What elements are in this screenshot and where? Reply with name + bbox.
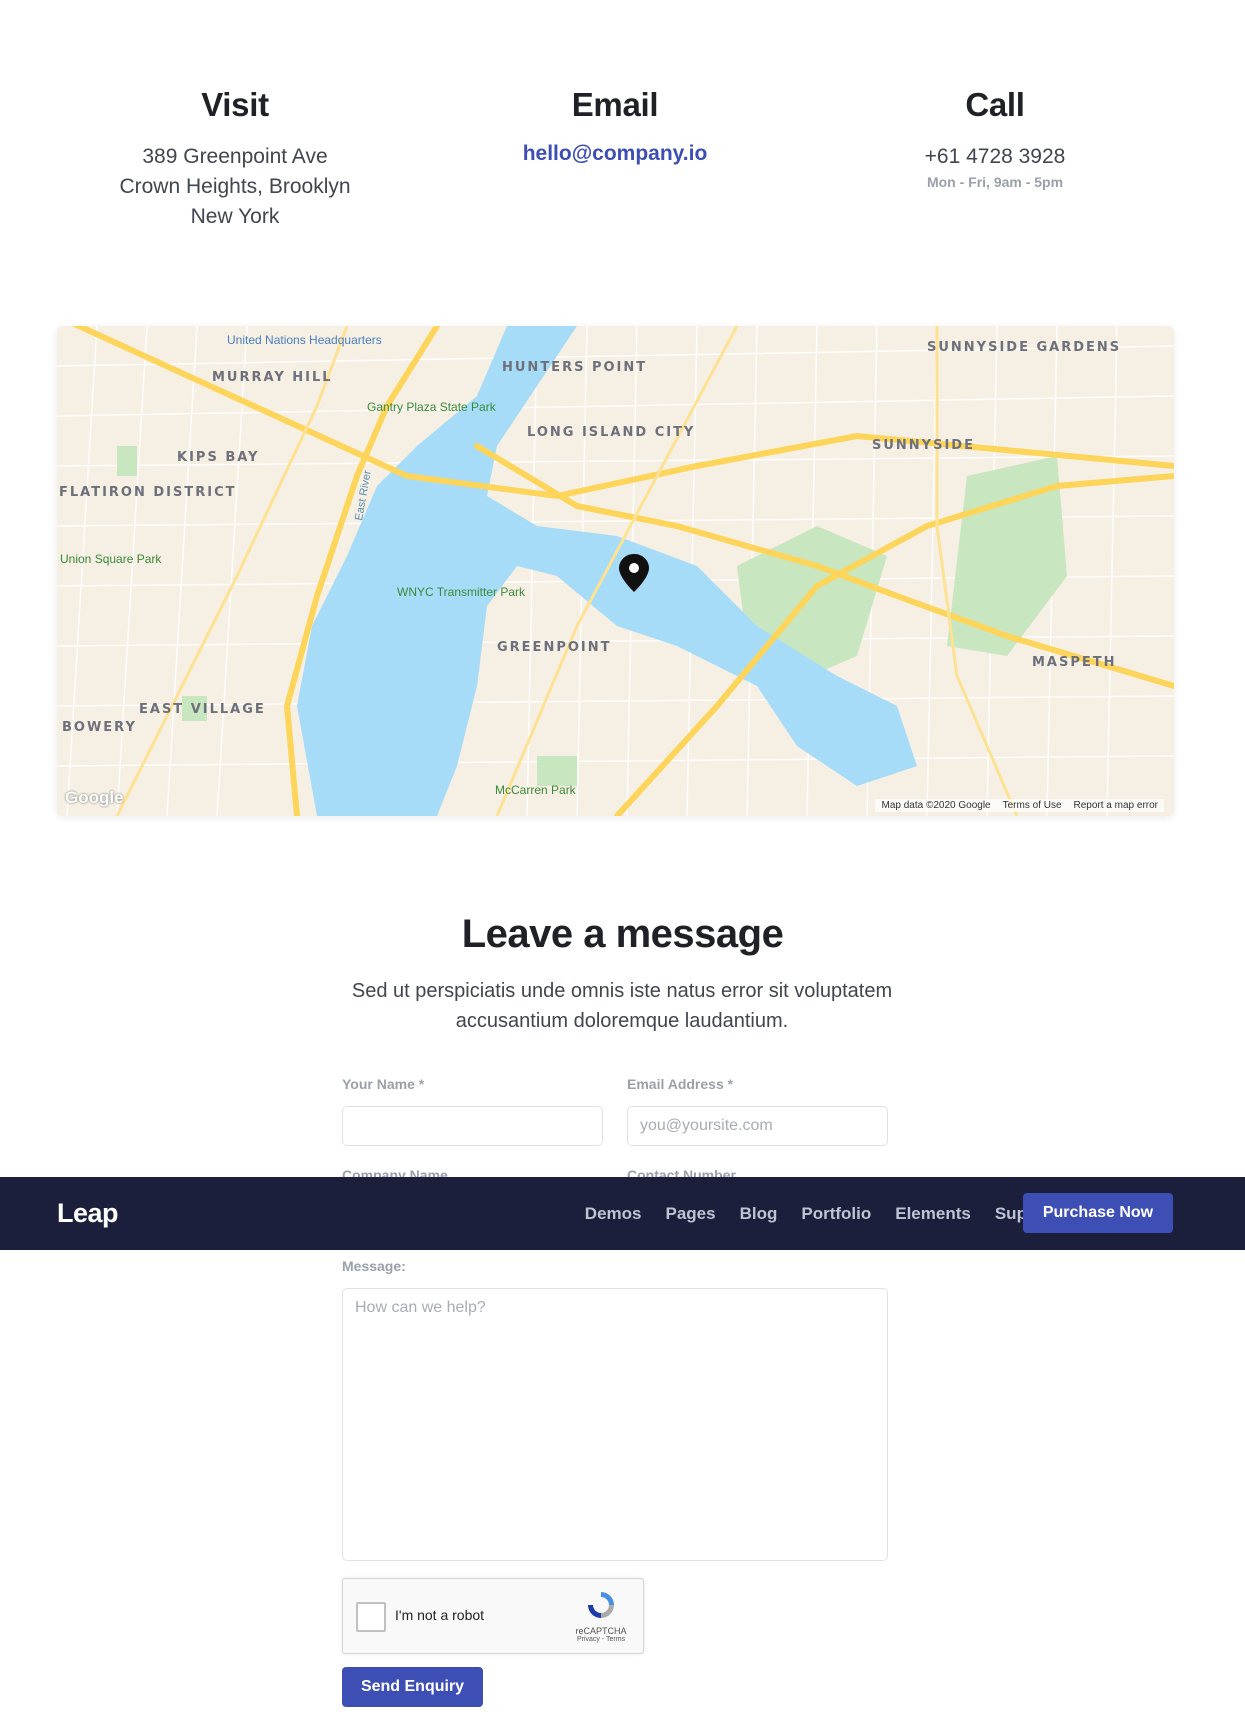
- name-label: Your Name *: [342, 1076, 425, 1092]
- map-label-sunnyside: SUNNYSIDE: [872, 438, 975, 453]
- recaptcha-logo: reCAPTCHA Privacy - Terms: [571, 1589, 631, 1643]
- map-label-flatiron: FLATIRON DISTRICT: [59, 485, 237, 500]
- map[interactable]: HUNTERS POINT LONG ISLAND CITY MURRAY HI…: [57, 326, 1174, 816]
- office-hours: Mon - Fri, 9am - 5pm: [926, 174, 1064, 190]
- map-footer: Map data ©2020 Google Terms of Use Repor…: [875, 799, 1164, 812]
- nav-links: Demos Pages Blog Portfolio Elements Supp…: [585, 1204, 1060, 1224]
- email-input[interactable]: [627, 1106, 888, 1146]
- brand-logo[interactable]: Leap: [57, 1198, 119, 1229]
- nav-demos[interactable]: Demos: [585, 1204, 642, 1224]
- map-label-mccarren: McCarren Park: [495, 783, 577, 797]
- google-logo: Google: [65, 788, 124, 807]
- send-enquiry-button[interactable]: Send Enquiry: [342, 1667, 483, 1707]
- map-report-link[interactable]: Report a map error: [1074, 800, 1158, 811]
- map-terms-link[interactable]: Terms of Use: [1003, 800, 1062, 811]
- map-canvas[interactable]: HUNTERS POINT LONG ISLAND CITY MURRAY HI…: [57, 326, 1174, 816]
- email-label: Email Address *: [627, 1076, 734, 1092]
- nav-pages[interactable]: Pages: [665, 1204, 715, 1224]
- nav-portfolio[interactable]: Portfolio: [801, 1204, 871, 1224]
- nav-blog[interactable]: Blog: [740, 1204, 778, 1224]
- call-title: Call: [965, 86, 1025, 123]
- map-label-un-hq: United Nations Headquarters: [227, 333, 382, 347]
- map-label-sunnyside-gardens: SUNNYSIDE GARDENS: [927, 340, 1121, 355]
- message-textarea[interactable]: [342, 1288, 888, 1561]
- address-line-1: 389 Greenpoint Ave: [142, 145, 328, 168]
- visit-title: Visit: [201, 86, 269, 123]
- recaptcha-text: I'm not a robot: [395, 1607, 485, 1623]
- phone-number: +61 4728 3928: [924, 145, 1066, 168]
- map-label-gantry: Gantry Plaza State Park: [367, 400, 497, 414]
- name-input[interactable]: [342, 1106, 603, 1146]
- purchase-now-button[interactable]: Purchase Now: [1023, 1193, 1173, 1233]
- map-label-maspeth: MASPETH: [1032, 655, 1117, 670]
- email-link[interactable]: hello@company.io: [523, 142, 708, 165]
- map-label-wnyc: WNYC Transmitter Park: [397, 585, 526, 599]
- map-label-greenpoint: GREENPOINT: [497, 640, 612, 655]
- email-column: Email hello@company.io: [435, 86, 795, 166]
- navbar: Leap Demos Pages Blog Portfolio Elements…: [0, 1177, 1245, 1250]
- section-title: Leave a message: [461, 912, 784, 956]
- map-label-east-village: EAST VILLAGE: [139, 702, 266, 717]
- email-title: Email: [571, 86, 659, 123]
- map-label-bowery: BOWERY: [62, 720, 137, 735]
- map-label-hunters-point: HUNTERS POINT: [502, 360, 647, 375]
- nav-elements[interactable]: Elements: [895, 1204, 971, 1224]
- address-line-2: Crown Heights, Brooklyn: [119, 175, 351, 198]
- address-line-3: New York: [190, 205, 280, 228]
- map-label-murray-hill: MURRAY HILL: [212, 370, 333, 385]
- recaptcha-brand: reCAPTCHA: [575, 1626, 627, 1636]
- call-column: Call +61 4728 3928 Mon - Fri, 9am - 5pm: [815, 86, 1175, 190]
- recaptcha-checkbox[interactable]: [356, 1602, 386, 1632]
- message-label: Message:: [342, 1258, 406, 1274]
- section-subtitle: Sed ut perspiciatis unde omnis iste natu…: [351, 980, 893, 1032]
- map-label-long-island-city: LONG ISLAND CITY: [527, 425, 695, 440]
- recaptcha-widget: I'm not a robot reCAPTCHA Privacy - Term…: [342, 1578, 644, 1654]
- recaptcha-links[interactable]: Privacy - Terms: [571, 1636, 631, 1643]
- visit-column: Visit 389 Greenpoint Ave Crown Heights, …: [55, 86, 415, 232]
- recaptcha-icon: [588, 1592, 614, 1618]
- map-label-union-square: Union Square Park: [60, 552, 162, 566]
- map-data-text: Map data ©2020 Google: [881, 800, 991, 811]
- map-label-kips-bay: KIPS BAY: [177, 450, 259, 465]
